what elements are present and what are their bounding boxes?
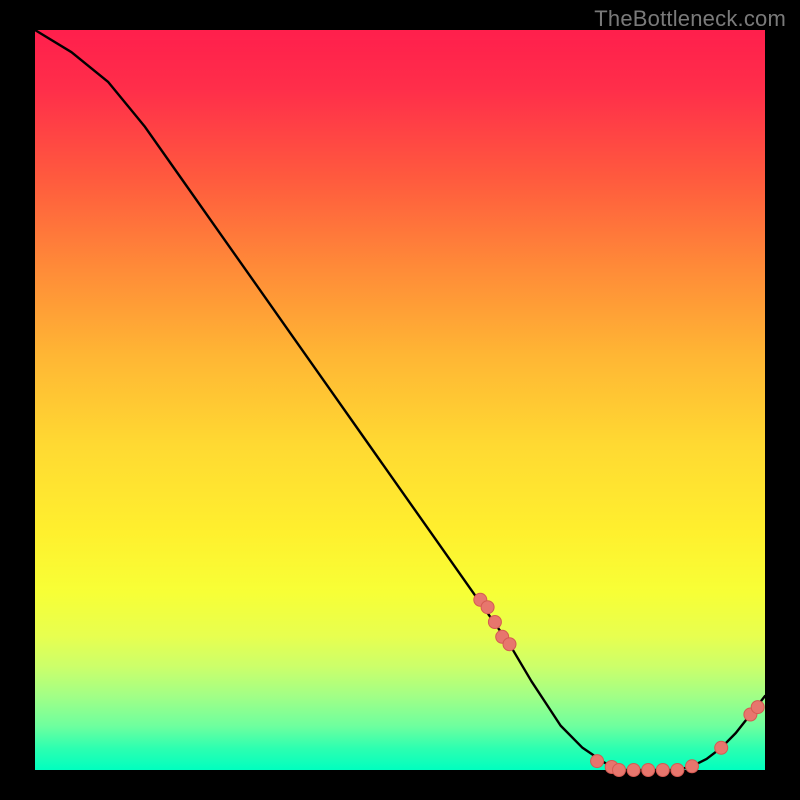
data-marker bbox=[503, 638, 516, 651]
data-marker bbox=[686, 760, 699, 773]
data-marker bbox=[627, 764, 640, 777]
data-marker bbox=[715, 741, 728, 754]
data-marker bbox=[613, 764, 626, 777]
data-marker bbox=[488, 616, 501, 629]
data-marker bbox=[671, 764, 684, 777]
bottleneck-curve bbox=[35, 30, 765, 770]
data-marker bbox=[642, 764, 655, 777]
data-marker bbox=[751, 701, 764, 714]
watermark-text: TheBottleneck.com bbox=[594, 6, 786, 32]
data-marker bbox=[481, 601, 494, 614]
plot-area bbox=[35, 30, 765, 770]
data-marker bbox=[656, 764, 669, 777]
chart-frame: TheBottleneck.com bbox=[0, 0, 800, 800]
data-marker bbox=[591, 755, 604, 768]
curve-layer bbox=[35, 30, 765, 770]
data-markers bbox=[474, 593, 764, 776]
